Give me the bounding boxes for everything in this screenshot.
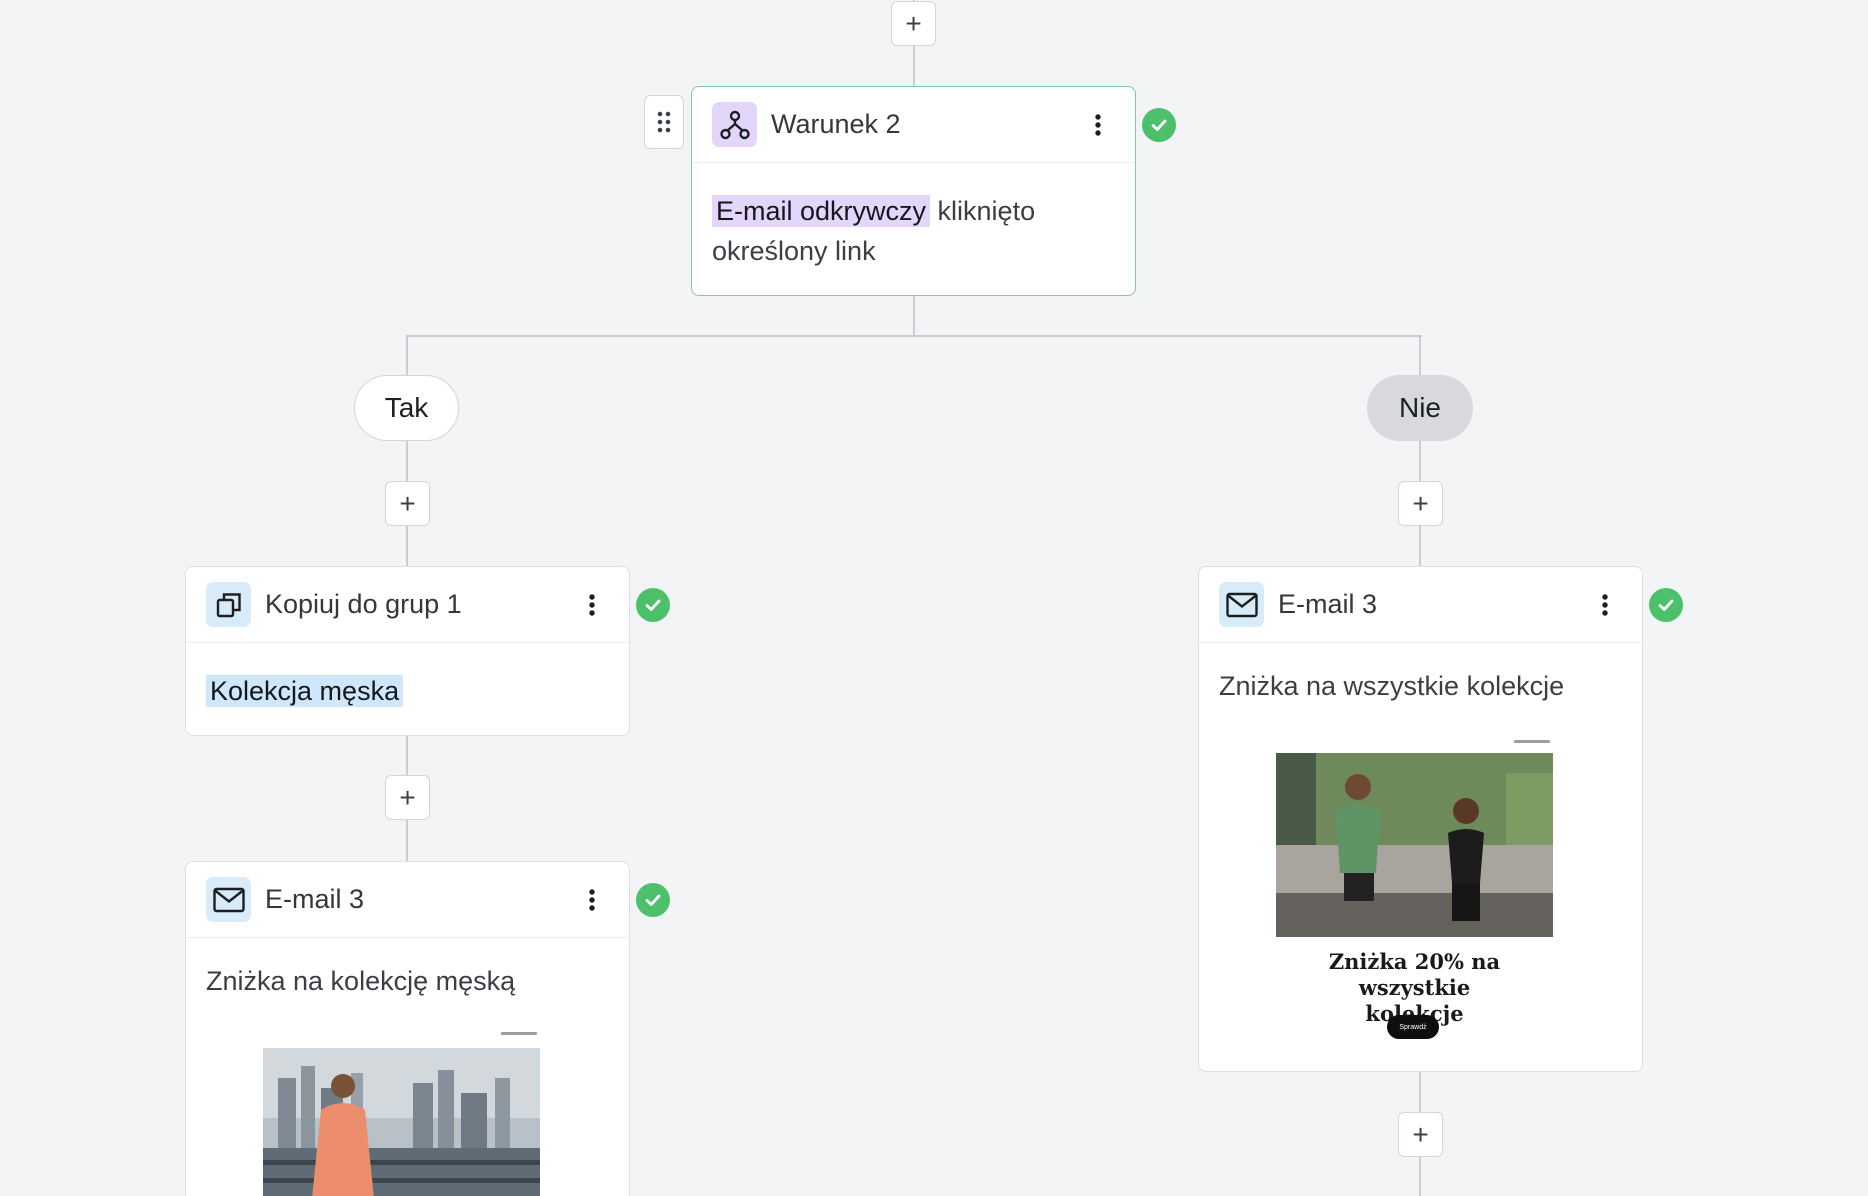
email-subject-no: Zniżka na wszystkie kolekcje (1219, 671, 1565, 701)
email-card-yes-header: E-mail 3 (186, 862, 629, 938)
branch-no-pill[interactable]: Nie (1367, 375, 1473, 441)
email-card-no-header: E-mail 3 (1199, 567, 1642, 643)
email-card-no-menu-button[interactable] (1590, 585, 1620, 625)
condition-title: Warunek 2 (771, 109, 901, 139)
branch-yes-pill[interactable]: Tak (354, 375, 459, 441)
copy-group-tag: Kolekcja męska (206, 675, 404, 707)
email-card-no-status (1649, 588, 1683, 622)
copy-card-title: Kopiuj do grup 1 (265, 589, 462, 619)
email-preview-image-no (1276, 753, 1553, 937)
copy-card-status (636, 588, 670, 622)
connector-yes-branch (406, 335, 408, 567)
check-icon (1151, 119, 1167, 131)
copy-icon-box (206, 582, 251, 627)
connector-condition-down (913, 296, 915, 336)
condition-card-header: Warunek 2 (692, 87, 1135, 163)
email-card-no[interactable]: E-mail 3 Zniżka na wszystkie kolekcje Zn… (1198, 566, 1643, 1072)
copy-icon (216, 592, 241, 617)
kebab-icon (589, 888, 595, 911)
email-card-yes-title: E-mail 3 (265, 884, 365, 914)
email-card-yes-status (636, 883, 670, 917)
add-step-button-top[interactable]: + (891, 1, 936, 46)
envelope-icon (212, 887, 245, 912)
drag-handle[interactable] (644, 95, 684, 149)
condition-status (1142, 108, 1176, 142)
copy-card-body: Kolekcja męska (186, 643, 629, 735)
email-icon-box-yes (206, 877, 251, 922)
kebab-icon (1095, 113, 1101, 136)
copy-to-group-card[interactable]: Kopiuj do grup 1 Kolekcja męska (185, 566, 630, 736)
email-card-yes[interactable]: E-mail 3 Zniżka na kolekcję męską (185, 861, 630, 1196)
condition-card[interactable]: Warunek 2 E-mail odkrywczy kliknięto okr… (691, 86, 1136, 296)
condition-body: E-mail odkrywczy kliknięto określony lin… (692, 163, 1135, 295)
email-icon-box-no (1219, 582, 1264, 627)
condition-icon-box (712, 102, 757, 147)
add-step-button-no-after-email[interactable]: + (1398, 1112, 1443, 1157)
envelope-icon (1225, 592, 1258, 617)
condition-email-tag: E-mail odkrywczy (712, 195, 931, 227)
drag-handle-icon (657, 111, 671, 133)
kebab-icon (1602, 593, 1608, 616)
add-step-button-yes[interactable]: + (385, 481, 430, 526)
email-card-no-title: E-mail 3 (1278, 589, 1378, 619)
email-subject-yes: Zniżka na kolekcję męską (206, 966, 516, 996)
add-step-button-no[interactable]: + (1398, 481, 1443, 526)
check-icon (1658, 599, 1674, 611)
check-icon (645, 599, 661, 611)
preview-view-link-no (1514, 740, 1550, 743)
branch-icon (719, 110, 750, 139)
email-preview-button-no: Sprawdź (1387, 1015, 1439, 1039)
email-card-yes-menu-button[interactable] (577, 880, 607, 920)
add-step-button-yes-after-copy[interactable]: + (385, 775, 430, 820)
preview-view-link-yes (501, 1032, 537, 1035)
check-icon (645, 894, 661, 906)
connector-no-branch (1419, 335, 1421, 567)
condition-menu-button[interactable] (1083, 105, 1113, 145)
copy-card-menu-button[interactable] (577, 585, 607, 625)
email-preview-image-yes (263, 1048, 540, 1196)
connector-split (406, 335, 1422, 337)
kebab-icon (589, 593, 595, 616)
copy-card-header: Kopiuj do grup 1 (186, 567, 629, 643)
